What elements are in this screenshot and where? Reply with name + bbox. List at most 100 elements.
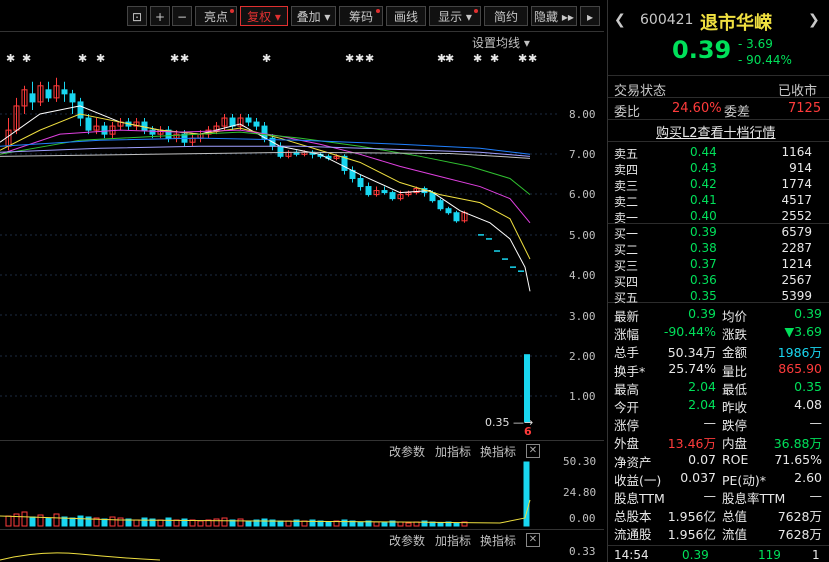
event-marker[interactable]: ✱ [180, 52, 189, 65]
volume-chart[interactable] [0, 460, 604, 528]
l2-purchase-link[interactable]: 购买L2查看十档行情 [656, 122, 776, 141]
panel-divider [0, 529, 604, 530]
tick-volume: 119 [758, 548, 781, 562]
stock-name: 退市华嵘 [700, 13, 772, 34]
event-marker[interactable]: ✱ [96, 52, 105, 65]
toolbar-label: 画线 [393, 10, 418, 24]
stat-value: 36.88万 [773, 436, 822, 452]
event-marker[interactable]: ✱ [355, 52, 364, 65]
close-icon[interactable]: ✕ [526, 533, 540, 547]
stat-label: 总手 [614, 345, 640, 361]
stat-label: 量比 [722, 363, 748, 379]
volume-bar [261, 518, 268, 527]
candle-body [277, 145, 284, 157]
stat-value: — [809, 488, 823, 503]
candle-body [77, 101, 84, 119]
candle-body [61, 89, 68, 95]
volume-bar [13, 513, 20, 527]
vol-change-params-button[interactable]: 改参数 [389, 443, 425, 461]
candle-body [245, 117, 252, 123]
stat-label: 总股本 [614, 509, 652, 525]
vol-switch-indicator-button[interactable]: 换指标 [480, 443, 516, 461]
stat-label: 跌停 [722, 418, 748, 434]
candle-body [357, 177, 364, 188]
event-marker[interactable]: ✱ [473, 52, 482, 65]
toolbar-huaxian-button[interactable]: 画线 [386, 6, 426, 26]
event-marker[interactable]: ✱ [518, 52, 527, 65]
stat-value: 0.07 [688, 451, 716, 467]
toolbar-jianyue-button[interactable]: 简约 [484, 6, 528, 26]
back-icon[interactable]: ❮ [614, 12, 626, 28]
stat-label: 流值 [722, 527, 748, 543]
close-icon[interactable]: ✕ [526, 444, 540, 458]
vol-add-indicator-button[interactable]: 加指标 [435, 443, 471, 461]
event-marker[interactable]: ✱ [170, 52, 179, 65]
panel-toggle-icon[interactable]: ▸ [580, 6, 600, 26]
stat-value: 50.34万 [667, 345, 716, 361]
stat-value: 25.74% [668, 360, 716, 376]
stat-value: 1.956亿 [667, 509, 716, 525]
stat-value: 13.46万 [667, 436, 716, 452]
stat-value: — [809, 415, 823, 431]
candle-body [389, 192, 396, 200]
weicha-value: 7125 [788, 101, 822, 116]
buy-order-label: 买三 [614, 259, 639, 273]
event-marker[interactable]: ✱ [445, 52, 454, 65]
stat-value: 1.956亿 [667, 527, 716, 543]
toolbar-xianshi-button[interactable]: 显示 ▾ [429, 6, 481, 26]
volume-bar [117, 517, 124, 527]
toolbar-fuquan-button[interactable]: 复权 ▾ [240, 6, 288, 26]
stat-label: 涨跌 [722, 327, 748, 343]
buy-order-price: 0.39 [690, 225, 717, 239]
event-marker[interactable]: ✱ [345, 52, 354, 65]
event-marker[interactable]: ✱ [528, 52, 537, 65]
volume-bar [405, 522, 412, 527]
event-marker[interactable]: ✱ [365, 52, 374, 65]
weibi-label: 委比 [614, 105, 641, 120]
toolbar-chouma-button[interactable]: 筹码 [339, 6, 383, 26]
toolbar-label: 显示 [438, 10, 463, 24]
stat-label: 今开 [614, 400, 640, 415]
candle-body [85, 117, 92, 131]
stat-value: 0.39 [688, 306, 716, 321]
candle-body [365, 186, 372, 196]
weibi-value: 24.60% [672, 101, 722, 116]
event-marker[interactable]: ✱ [78, 52, 87, 65]
volume-bar [77, 515, 84, 527]
volume-bar [237, 518, 244, 527]
zoom-in-icon[interactable]: + [150, 6, 170, 26]
event-marker[interactable]: ✱ [490, 52, 499, 65]
buy-order-label: 买五 [614, 291, 639, 305]
stat-value: ▼3.69 [784, 324, 822, 340]
toolbar-liangdian-button[interactable]: 亮点 [195, 6, 237, 26]
toolbar-yincang-button[interactable]: 隐藏 ▸▸ [531, 6, 577, 26]
toolbar-label: 隐藏 [534, 10, 559, 24]
kline-chart[interactable]: ✱ ✱ ✱ ✱ ✱ ✱ ✱ ✱ ✱ ✱ ✱✱ ✱ ✱ ✱ ✱ [0, 32, 604, 440]
volume-bar [523, 461, 530, 527]
toolbar-label: 筹码 [348, 10, 373, 24]
lock-icon[interactable]: ⊡ [127, 6, 147, 26]
stat-label: 最新 [614, 309, 640, 324]
toolbar-label: 亮点 [203, 10, 228, 24]
last-candle [524, 354, 530, 423]
candle-body [381, 190, 388, 194]
buy-order-price: 0.37 [690, 257, 717, 271]
sell-order-label: 卖二 [614, 195, 639, 209]
candle-body [453, 212, 460, 222]
zoom-out-icon[interactable]: − [172, 6, 192, 26]
volume-bar [221, 517, 228, 527]
event-marker[interactable]: ✱ [22, 52, 31, 65]
event-marker[interactable]: ✱ [262, 52, 271, 65]
toolbar-diejia-button[interactable]: 叠加 ▾ [291, 6, 336, 26]
divider [608, 545, 829, 546]
divider [608, 97, 829, 98]
stat-value: -90.44% [663, 324, 716, 340]
divider [608, 75, 829, 76]
sell-order-price: 0.42 [690, 177, 717, 191]
stat-label: 外盘 [614, 436, 640, 452]
sell-order-price: 0.44 [690, 145, 717, 159]
event-marker[interactable]: ✱ [6, 52, 15, 65]
stat-value: — [703, 488, 717, 503]
forward-icon[interactable]: ❯ [808, 12, 820, 28]
sell-order-volume: 1774 [781, 177, 812, 191]
